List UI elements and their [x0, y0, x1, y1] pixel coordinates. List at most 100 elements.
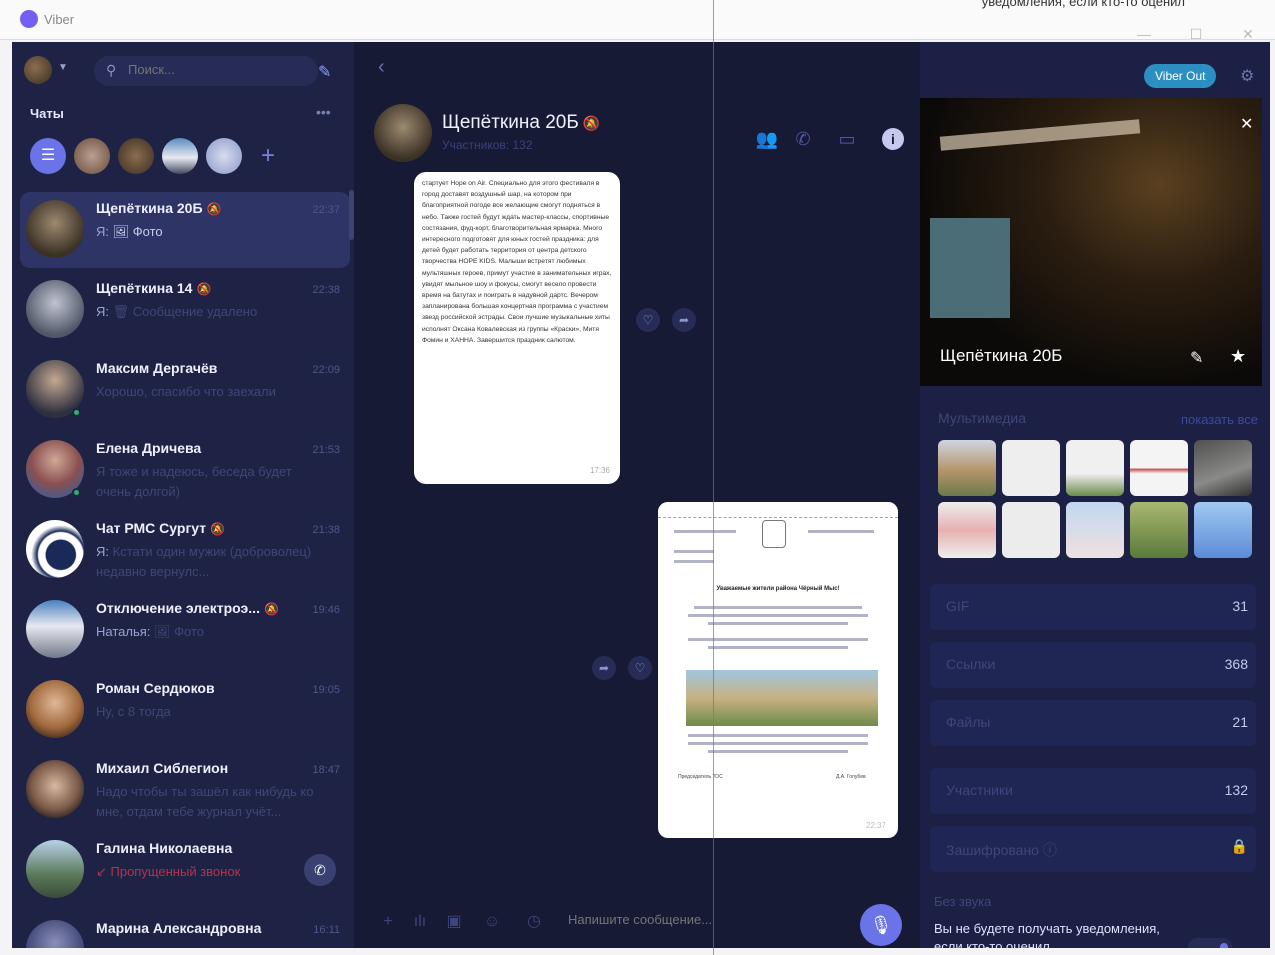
chat-title: Щепёткина 20Б — [442, 112, 579, 133]
show-all-link[interactable]: показать все — [1181, 412, 1258, 427]
chat-list: Щепёткина 20Б 🔕 22:37 Я: 🖼 Фото Щепёткина… — [20, 192, 350, 948]
media-thumbnail[interactable] — [1130, 440, 1188, 496]
chat-preview: Кстати один мужик (доброволец) недавно в… — [96, 544, 312, 579]
chat-time: 18:47 — [312, 764, 340, 776]
media-thumbnail[interactable] — [1130, 502, 1188, 558]
doc-line — [674, 560, 714, 563]
chevron-down-icon[interactable]: ▼ — [58, 62, 68, 73]
chat-item[interactable]: Елена Дричева 21:53 Я тоже и надеюсь, бе… — [20, 432, 350, 508]
video-call-icon[interactable]: ▭ — [834, 126, 860, 152]
links-row[interactable]: Ссылки 368 — [930, 642, 1256, 688]
gif-icon[interactable]: ▣ — [442, 910, 466, 934]
search-input[interactable] — [128, 62, 298, 77]
message-bubble[interactable]: стартует Hope on Air. Специально для это… — [414, 172, 620, 484]
share-icon[interactable]: ➦ — [592, 656, 616, 680]
chat-name: Роман Сердюков — [96, 680, 215, 696]
folder-avatar-3[interactable] — [162, 138, 198, 174]
photo-light — [939, 119, 1141, 151]
chat-item[interactable]: Максим Дергачёв 22:09 Хорошо, спасибо чт… — [20, 352, 350, 428]
chat-item[interactable]: Роман Сердюков 19:05 Ну, с 8 тогда — [20, 672, 350, 748]
plus-icon[interactable]: + — [376, 910, 400, 934]
chat-name: Марина Александровна — [96, 920, 262, 936]
files-row[interactable]: Файлы 21 — [930, 700, 1256, 746]
chat-time: 21:38 — [312, 524, 340, 536]
chat-item[interactable]: Чат РМС Сургут 🔕 21:38 Я: Кстати один муж… — [20, 512, 350, 588]
info-icon[interactable]: i — [882, 128, 904, 150]
close-icon[interactable]: ✕ — [1240, 114, 1253, 134]
new-chat-icon[interactable]: ✎ — [318, 62, 340, 84]
pencil-icon[interactable]: ✎ — [1190, 348, 1203, 368]
folder-avatar-2[interactable] — [118, 138, 154, 174]
media-thumbnail[interactable] — [1002, 440, 1060, 496]
chat-item[interactable]: Марина Александровна 16:11 — [20, 912, 350, 948]
heart-icon[interactable]: ♡ — [628, 656, 652, 680]
chat-preview: Хорошо, спасибо что заехали — [96, 384, 276, 399]
add-folder-icon[interactable]: + — [250, 138, 286, 174]
all-chats-filter[interactable]: ☰ — [30, 138, 66, 174]
encryption-row[interactable]: Зашифровано ⓘ 🔒 — [930, 826, 1256, 872]
mute-toggle[interactable] — [1188, 938, 1232, 948]
document-image-message[interactable]: Уважаемые жители района Чёрный Мыс! Пред… — [658, 502, 898, 838]
chat-name: Чат РМС Сургут — [96, 520, 207, 536]
chat-preview: Надо чтобы ты зашёл как нибудь ко мне, о… — [96, 784, 314, 819]
avatar — [26, 920, 84, 948]
chat-item[interactable]: Отключение электроэ... 🔕 19:46 Наталья: 🖼… — [20, 592, 350, 668]
media-thumbnail[interactable] — [1194, 502, 1252, 558]
star-icon[interactable]: ★ — [1230, 346, 1246, 367]
folder-avatar-1[interactable] — [74, 138, 110, 174]
lock-icon: 🔒 — [1230, 838, 1248, 854]
chat-item[interactable]: Щепёткина 14 🔕 22:38 Я: 🗑 Сообщение удале… — [20, 272, 350, 348]
media-thumbnail[interactable] — [1066, 502, 1124, 558]
chat-time: 22:09 — [312, 364, 340, 376]
maximize-button[interactable]: ☐ — [1186, 26, 1206, 42]
missed-call-preview: ↙ Пропущенный звонок — [96, 864, 241, 879]
doc-heading: Уважаемые жители района Чёрный Мыс! — [716, 586, 840, 592]
media-thumbnail[interactable] — [1002, 502, 1060, 558]
chat-avatar[interactable] — [374, 104, 432, 162]
media-thumbnail[interactable] — [938, 440, 996, 496]
doc-border — [658, 502, 898, 518]
timer-icon[interactable]: ◷ — [522, 910, 546, 934]
chat-time: 21:53 — [312, 444, 340, 456]
chat-item[interactable]: Михаил Сиблегион 18:47 Надо чтобы ты заш… — [20, 752, 350, 828]
row-count: 31 — [1232, 598, 1248, 614]
avatar — [26, 280, 84, 338]
share-icon[interactable]: ➦ — [672, 308, 696, 332]
participants-row[interactable]: Участники 132 — [930, 768, 1256, 814]
phone-icon[interactable]: ✆ — [790, 126, 816, 152]
phone-icon[interactable]: ✆ — [304, 854, 336, 886]
media-thumbnail[interactable] — [1066, 440, 1124, 496]
chat-item[interactable]: Щепёткина 20Б 🔕 22:37 Я: 🖼 Фото — [20, 192, 350, 268]
more-options-icon[interactable]: ••• — [316, 104, 331, 120]
chat-name: Елена Дричева — [96, 440, 202, 456]
profile-avatar[interactable] — [24, 56, 52, 84]
sticker-icon[interactable]: ☺ — [480, 910, 504, 934]
chat-name: Щепёткина 14 — [96, 280, 193, 296]
photo-window — [930, 218, 1010, 318]
heart-icon[interactable]: ♡ — [636, 308, 660, 332]
mute-description: Вы не будете получать уведомления, если … — [934, 921, 1160, 948]
gif-row[interactable]: GIF 31 — [930, 584, 1256, 630]
chat-name: Галина Николаевна — [96, 840, 233, 856]
back-arrow-icon[interactable]: ‹ — [378, 56, 385, 79]
close-button[interactable]: ✕ — [1238, 26, 1258, 42]
media-thumbnail[interactable] — [938, 502, 996, 558]
minimize-button[interactable]: — — [1134, 26, 1154, 42]
microphone-icon[interactable]: 🎙 — [860, 904, 902, 946]
search-bar[interactable]: ⚲ — [94, 56, 318, 86]
folder-avatar-4[interactable] — [206, 138, 242, 174]
chat-preview: 🖼 Фото — [112, 224, 163, 239]
window-titlebar: Viber уведомления, если кто-то оценил — … — [0, 0, 1275, 42]
media-thumbnail[interactable] — [1194, 440, 1252, 496]
gear-icon[interactable]: ⚙ — [1240, 66, 1254, 86]
viber-out-button[interactable]: Viber Out — [1144, 64, 1217, 88]
audio-icon[interactable]: ılı — [408, 910, 432, 934]
emblem-icon — [762, 520, 786, 548]
chat-name: Щепёткина 20Б — [940, 346, 1063, 365]
chat-time: 22:37 — [312, 204, 340, 216]
add-participant-icon[interactable]: 👥 — [754, 126, 780, 152]
chat-item[interactable]: Галина Николаевна ↙ Пропущенный звонок ✆ — [20, 832, 350, 908]
message-time: 17:36 — [589, 465, 610, 475]
message-input[interactable] — [568, 912, 828, 927]
viber-app: ▼ ⚲ ✎ Чаты ••• ☰ + Щепёткина 20Б🔕 22:37 … — [12, 42, 1270, 948]
